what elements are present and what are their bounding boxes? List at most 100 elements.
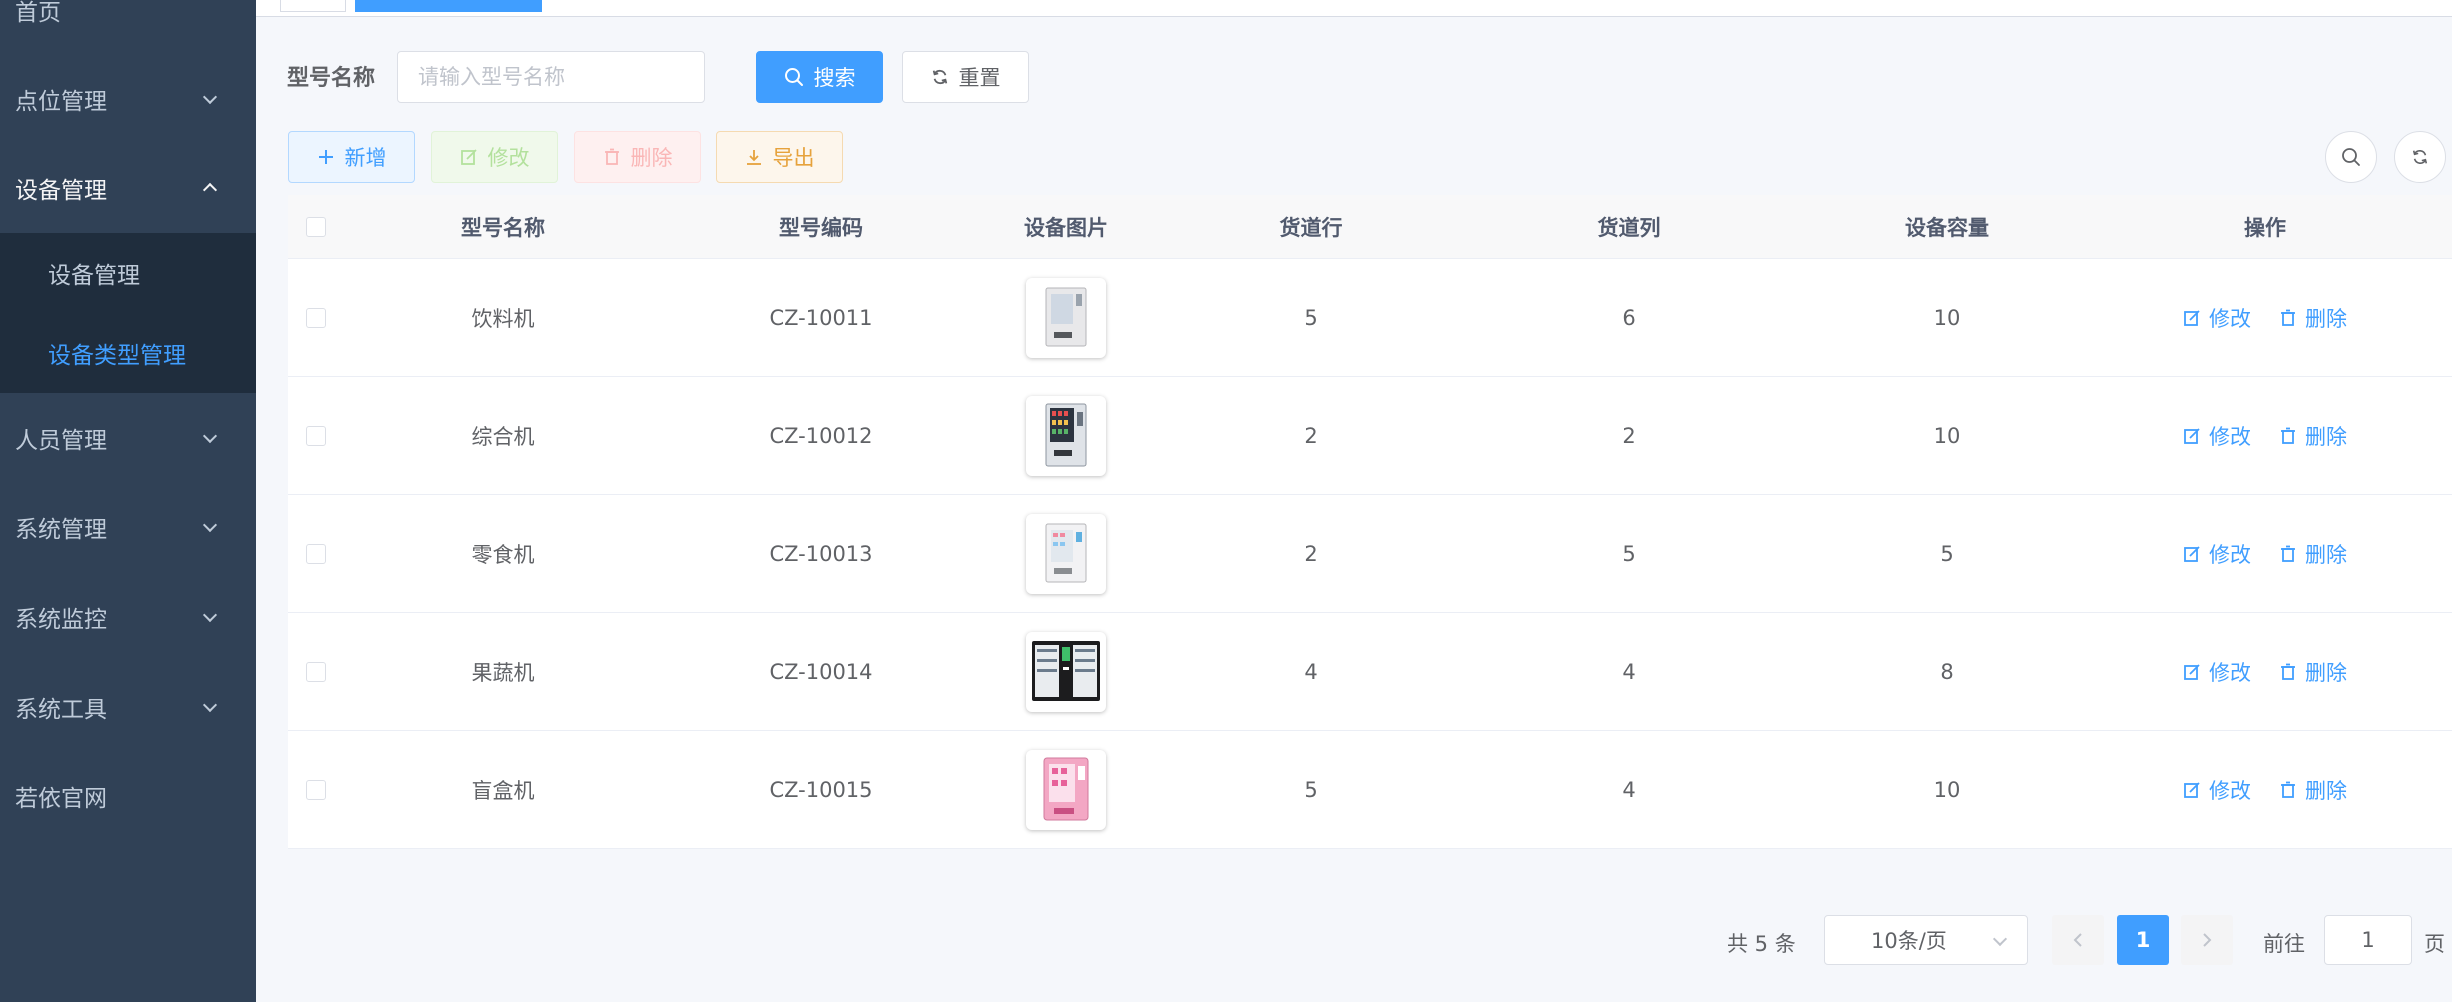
row-edit-button[interactable]: 修改	[2183, 775, 2251, 805]
row-delete-button[interactable]: 删除	[2279, 657, 2347, 687]
model-name-label: 型号名称	[287, 66, 376, 91]
row-edit-button[interactable]: 修改	[2183, 303, 2251, 333]
menu-item-label: 系统监控	[15, 607, 107, 633]
cell-lane-cols: 6	[1622, 306, 1636, 330]
edit-button[interactable]: 修改	[431, 131, 558, 183]
menu-item-label: 系统工具	[15, 697, 107, 723]
cell-model-code: CZ-10014	[769, 660, 873, 684]
page-number-1[interactable]: 1	[2117, 915, 2169, 965]
next-page-button[interactable]	[2181, 915, 2233, 965]
cell-lane-rows: 2	[1304, 542, 1318, 566]
menu-item-label: 若依官网	[15, 786, 107, 812]
search-button[interactable]: 搜索	[756, 51, 883, 103]
edit-icon	[2184, 428, 2200, 444]
header-lane-cols: 货道列	[1597, 216, 1661, 240]
prev-page-button[interactable]	[2052, 915, 2104, 965]
tag-view-active[interactable]	[355, 0, 542, 12]
cell-lane-cols: 2	[1622, 424, 1636, 448]
cell-capacity: 10	[1933, 306, 1961, 330]
menu-item-label: 人员管理	[15, 428, 107, 454]
edit-icon	[2184, 664, 2200, 680]
trash-icon	[2281, 781, 2295, 798]
menu-item-system[interactable]: 系统管理	[0, 482, 256, 572]
cell-lane-cols: 4	[1622, 660, 1636, 684]
device-image[interactable]	[1026, 514, 1106, 594]
menu-item-label: 系统管理	[15, 517, 107, 543]
menu-item-home[interactable]: 首页	[0, 0, 256, 55]
cell-lane-rows: 2	[1304, 424, 1318, 448]
submenu-item-device-manage[interactable]: 设备管理	[0, 233, 256, 313]
row-edit-label: 修改	[2209, 425, 2251, 449]
header-model-name: 型号名称	[461, 216, 545, 240]
chevron-down-icon	[1992, 931, 2008, 947]
cell-model-code: CZ-10011	[769, 306, 873, 330]
trash-icon	[2281, 663, 2295, 680]
row-delete-button[interactable]: 删除	[2279, 421, 2347, 451]
reset-button[interactable]: 重置	[902, 51, 1029, 103]
search-icon	[784, 68, 803, 86]
menu-item-monitor[interactable]: 系统监控	[0, 572, 256, 662]
row-delete-label: 删除	[2305, 307, 2347, 331]
device-image[interactable]	[1026, 750, 1106, 830]
row-delete-button[interactable]: 删除	[2279, 303, 2347, 333]
row-checkbox[interactable]	[306, 426, 326, 446]
row-checkbox[interactable]	[306, 780, 326, 800]
row-edit-button[interactable]: 修改	[2183, 421, 2251, 451]
row-delete-label: 删除	[2305, 543, 2347, 567]
row-edit-button[interactable]: 修改	[2183, 657, 2251, 687]
trash-icon	[2281, 545, 2295, 562]
row-edit-button[interactable]: 修改	[2183, 539, 2251, 569]
cell-model-name: 果蔬机	[471, 661, 535, 685]
trash-icon	[604, 148, 619, 165]
table-row: 零食机 CZ-10013 2 5 5 修改 删除	[288, 495, 2452, 613]
refresh-table-button[interactable]	[2394, 131, 2446, 183]
trash-icon	[2281, 309, 2295, 326]
cell-model-name: 盲盒机	[471, 779, 535, 803]
menu-item-website[interactable]: 若依官网	[0, 751, 256, 841]
select-all-checkbox[interactable]	[306, 217, 326, 237]
menu-item-devices[interactable]: 设备管理	[0, 143, 256, 233]
row-edit-label: 修改	[2209, 779, 2251, 803]
export-button[interactable]: 导出	[716, 131, 843, 183]
chevron-down-icon	[202, 697, 218, 713]
device-image[interactable]	[1026, 632, 1106, 712]
select-all-cell	[288, 195, 344, 259]
page-suffix-label: 页	[2424, 932, 2445, 956]
page-size-select[interactable]: 10条/页	[1824, 915, 2028, 965]
row-checkbox[interactable]	[306, 544, 326, 564]
cell-model-name: 饮料机	[471, 307, 535, 331]
chevron-down-icon	[202, 607, 218, 623]
row-checkbox[interactable]	[306, 308, 326, 328]
toggle-search-button[interactable]	[2325, 131, 2377, 183]
header-capacity: 设备容量	[1905, 216, 1989, 240]
goto-page-input[interactable]	[2324, 915, 2412, 965]
delete-button[interactable]: 删除	[574, 131, 701, 183]
model-name-input[interactable]	[397, 51, 705, 103]
cell-lane-cols: 5	[1622, 542, 1636, 566]
cell-model-name: 综合机	[471, 425, 535, 449]
menu-item-staff[interactable]: 人员管理	[0, 393, 256, 483]
edit-icon	[2184, 310, 2200, 326]
add-button[interactable]: 新增	[288, 131, 415, 183]
submenu-item-device-type-manage[interactable]: 设备类型管理	[0, 313, 256, 393]
row-delete-button[interactable]: 删除	[2279, 775, 2347, 805]
device-image[interactable]	[1026, 396, 1106, 476]
row-delete-button[interactable]: 删除	[2279, 539, 2347, 569]
header-device-image: 设备图片	[1024, 216, 1108, 240]
row-delete-label: 删除	[2305, 425, 2347, 449]
cell-capacity: 5	[1940, 542, 1954, 566]
menu-item-label: 首页	[15, 0, 61, 26]
tag-view-home[interactable]	[280, 0, 346, 12]
cell-lane-rows: 5	[1304, 778, 1318, 802]
cell-lane-cols: 4	[1622, 778, 1636, 802]
menu-item-points[interactable]: 点位管理	[0, 54, 256, 144]
device-image[interactable]	[1026, 278, 1106, 358]
menu-item-tools[interactable]: 系统工具	[0, 662, 256, 752]
cell-model-code: CZ-10013	[769, 542, 873, 566]
edit-icon	[2184, 782, 2200, 798]
reset-button-label: 重置	[958, 66, 1001, 90]
pagination-total: 共 5 条	[1727, 932, 1796, 956]
download-icon	[746, 150, 761, 165]
row-delete-label: 删除	[2305, 661, 2347, 685]
row-checkbox[interactable]	[306, 662, 326, 682]
